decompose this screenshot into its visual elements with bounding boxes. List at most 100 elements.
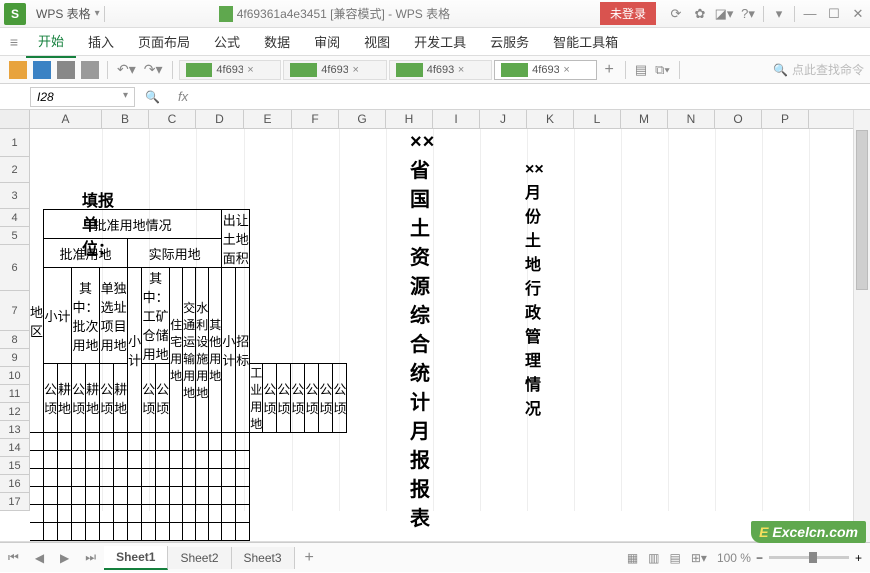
maximize-icon[interactable]: ☐ <box>822 0 846 28</box>
col-header-B[interactable]: B <box>102 110 149 128</box>
settings-icon[interactable]: ✿ <box>688 0 712 28</box>
row-header-1[interactable]: 1 <box>0 129 30 157</box>
open-icon[interactable] <box>9 61 27 79</box>
col-header-I[interactable]: I <box>433 110 480 128</box>
tab-review[interactable]: 审阅 <box>302 26 352 57</box>
tab-tools[interactable]: 智能工具箱 <box>541 26 630 57</box>
col-header-O[interactable]: O <box>715 110 762 128</box>
col-header-M[interactable]: M <box>621 110 668 128</box>
col-header-L[interactable]: L <box>574 110 621 128</box>
doclist-icon[interactable]: ▤ <box>635 62 647 77</box>
select-all-corner[interactable] <box>0 110 30 128</box>
row-header-17[interactable]: 17 <box>0 493 30 511</box>
col-header-H[interactable]: H <box>386 110 433 128</box>
dropdown-icon[interactable]: ▾ <box>95 8 100 19</box>
view-grid-icon[interactable]: ▦ <box>627 551 638 565</box>
col-header-N[interactable]: N <box>668 110 715 128</box>
zoom-value[interactable]: 100 % <box>717 551 751 565</box>
restore-down-icon[interactable]: ▾ <box>767 0 791 28</box>
row-header-9[interactable]: 9 <box>0 349 30 367</box>
undo-icon[interactable]: ↶▾ <box>117 61 136 78</box>
tab-view[interactable]: 视图 <box>352 26 402 57</box>
sheet-nav-next[interactable]: ▶ <box>52 551 77 565</box>
close-tab-icon[interactable]: × <box>352 64 379 76</box>
row-header-5[interactable]: 5 <box>0 227 30 245</box>
zoom-knob[interactable] <box>809 552 817 563</box>
tab-start[interactable]: 开始 <box>26 25 76 58</box>
tab-insert[interactable]: 插入 <box>76 26 126 57</box>
tab-data[interactable]: 数据 <box>252 26 302 57</box>
unit-hectare: 公顷 <box>142 364 156 433</box>
vscroll-thumb[interactable] <box>856 130 868 290</box>
col-header-E[interactable]: E <box>244 110 292 128</box>
row-header-12[interactable]: 12 <box>0 403 30 421</box>
close-tab-icon[interactable]: × <box>247 64 274 76</box>
doctab-0[interactable]: 4f693…2a11× <box>179 60 282 80</box>
sync-icon[interactable]: ⟳ <box>664 0 688 28</box>
zoom-in-icon[interactable]: + <box>855 551 862 565</box>
zoom-out-icon[interactable]: − <box>756 551 763 565</box>
col-header-A[interactable]: A <box>30 110 102 128</box>
command-search[interactable]: 🔍点此查找命令 <box>685 61 864 78</box>
reading-mode-icon[interactable]: ⊞▾ <box>691 551 707 565</box>
add-sheet-icon[interactable]: + <box>295 549 324 567</box>
row-header-15[interactable]: 15 <box>0 457 30 475</box>
row-header-14[interactable]: 14 <box>0 439 30 457</box>
row-header-3[interactable]: 3 <box>0 183 30 209</box>
login-button[interactable]: 未登录 <box>600 2 656 25</box>
row-header-10[interactable]: 10 <box>0 367 30 385</box>
redo-icon[interactable]: ↷▾ <box>144 61 163 78</box>
col-header-P[interactable]: P <box>762 110 809 128</box>
col-header-K[interactable]: K <box>527 110 574 128</box>
sheet-nav-prev[interactable]: ◀ <box>27 551 52 565</box>
row-header-2[interactable]: 2 <box>0 157 30 183</box>
search-icon[interactable]: 🔍 <box>145 90 160 104</box>
sheet-tab-1[interactable]: Sheet2 <box>168 547 231 569</box>
sheet-tab-2[interactable]: Sheet3 <box>232 547 295 569</box>
zoom-track[interactable] <box>769 556 849 559</box>
zoom-slider[interactable]: − + <box>756 551 862 565</box>
row-header-16[interactable]: 16 <box>0 475 30 493</box>
tab-layout[interactable]: 页面布局 <box>126 26 202 57</box>
save-icon[interactable] <box>33 61 51 79</box>
add-tab-icon[interactable]: + <box>604 61 613 79</box>
col-header-F[interactable]: F <box>292 110 339 128</box>
view-normal-icon[interactable]: ▥ <box>648 551 659 565</box>
tab-cloud[interactable]: 云服务 <box>478 26 541 57</box>
sheet-nav-last[interactable]: ⏭ <box>77 550 104 565</box>
preview-icon[interactable] <box>81 61 99 79</box>
minimize-icon[interactable]: ― <box>798 0 822 28</box>
row-header-13[interactable]: 13 <box>0 421 30 439</box>
row-header-11[interactable]: 11 <box>0 385 30 403</box>
col-header-J[interactable]: J <box>480 110 527 128</box>
vertical-scrollbar[interactable] <box>853 110 870 542</box>
tab-formula[interactable]: 公式 <box>202 26 252 57</box>
row-header-8[interactable]: 8 <box>0 331 30 349</box>
print-icon[interactable] <box>57 61 75 79</box>
row-header-4[interactable]: 4 <box>0 209 30 227</box>
view-pagebreak-icon[interactable]: ▤ <box>670 551 681 565</box>
help-icon[interactable]: ?▾ <box>736 0 760 28</box>
sheet-tab-0[interactable]: Sheet1 <box>104 546 168 570</box>
close-tab-icon[interactable]: × <box>563 64 590 76</box>
plus-icon[interactable]: ≡ <box>2 34 26 50</box>
window-icon[interactable]: ⧉▾ <box>655 62 670 77</box>
spreadsheet-grid[interactable]: ABCDEFGHIJKLMNOP 12345678910111213141516… <box>0 110 870 542</box>
cell-reference-input[interactable] <box>37 90 97 104</box>
skin-icon[interactable]: ◪▾ <box>712 0 736 28</box>
row-header-7[interactable]: 7 <box>0 291 30 331</box>
name-box[interactable]: ▾ <box>30 87 135 107</box>
dropdown-icon[interactable]: ▾ <box>123 90 128 104</box>
doctab-2[interactable]: 4f693…bb31× <box>389 60 492 80</box>
close-tab-icon[interactable]: × <box>458 64 485 76</box>
col-header-C[interactable]: C <box>149 110 196 128</box>
tab-dev[interactable]: 开发工具 <box>402 26 478 57</box>
close-icon[interactable]: ✕ <box>846 0 870 28</box>
fx-label[interactable]: fx <box>178 89 188 104</box>
doctab-3[interactable]: 4f693…3451× <box>494 60 597 80</box>
sheet-nav-first[interactable]: ⏮ <box>0 550 27 565</box>
doctab-1[interactable]: 4f693…3e61× <box>283 60 386 80</box>
col-header-G[interactable]: G <box>339 110 386 128</box>
row-header-6[interactable]: 6 <box>0 245 30 291</box>
col-header-D[interactable]: D <box>196 110 244 128</box>
